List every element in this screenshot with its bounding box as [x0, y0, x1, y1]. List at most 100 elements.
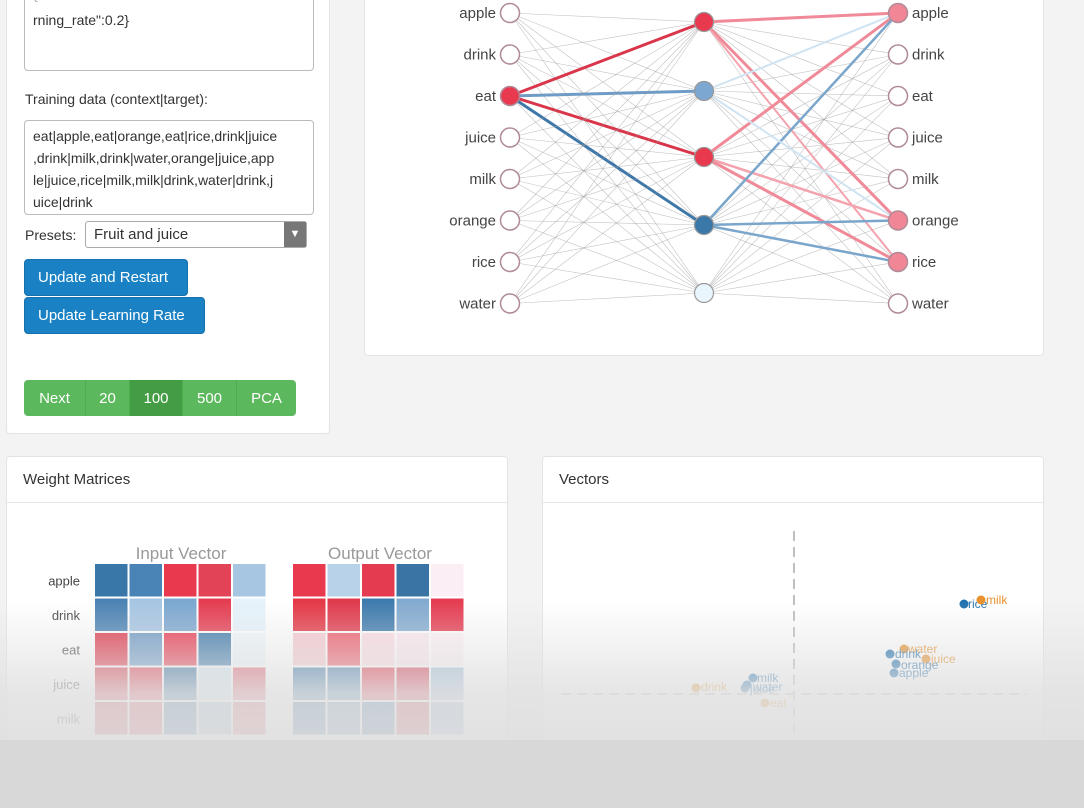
input-hidden-edge — [509, 94, 705, 159]
output-node-label: juice — [911, 130, 943, 147]
input-matrix-cell — [162, 562, 199, 599]
hidden-output-edge — [703, 90, 899, 263]
input-hidden-edge — [509, 12, 705, 294]
step-500-button[interactable]: 500 — [183, 380, 237, 416]
input-hidden-edge — [509, 261, 705, 294]
input-hidden-edge — [509, 21, 705, 55]
output-matrix-cell — [360, 596, 397, 633]
network-panel: apple drink eat juice milk orange rice water app… — [364, 0, 1044, 356]
input-matrix-cell — [127, 700, 164, 737]
output-matrix-cell — [429, 700, 466, 737]
input-matrix-cell — [93, 562, 130, 599]
input-node-label: milk — [469, 171, 496, 188]
input-matrix-cell — [231, 665, 268, 702]
input-matrix-cell — [196, 700, 233, 737]
presets-selected: Fruit and juice — [94, 226, 189, 243]
output-matrix-cell — [360, 665, 397, 702]
input-matrix-cell — [196, 665, 233, 702]
pca-button[interactable]: PCA — [237, 380, 296, 416]
weight-matrices-panel: Weight Matrices Input Vector Output Vecto… — [6, 456, 508, 756]
training-line: eat|apple,eat|orange,eat|rice,drink|juic… — [33, 128, 278, 144]
training-data-textarea[interactable]: eat|apple,eat|orange,eat|rice,drink|juic… — [24, 120, 314, 215]
input-node — [499, 44, 521, 65]
hidden-output-edge — [703, 21, 899, 55]
training-line: le|juice,rice|milk,milk|drink,water|drin… — [33, 172, 274, 188]
input-hidden-edge — [509, 12, 705, 23]
next-button[interactable]: Next — [24, 380, 86, 416]
input-node — [499, 293, 521, 314]
matrix-row-label: juice — [52, 677, 80, 692]
presets-select[interactable]: Fruit and juice ▼ — [85, 221, 307, 248]
output-node-label: water — [911, 296, 949, 313]
hidden-node — [693, 282, 715, 304]
input-matrix-cell — [93, 665, 130, 702]
vectors-scatter: drinkmilkjuicewatereatricemilkwaterdrink… — [561, 531, 1027, 757]
input-node-label: juice — [464, 130, 496, 147]
input-matrix-cell — [231, 700, 268, 737]
input-node-label: water — [458, 296, 496, 313]
update-learning-rate-button[interactable]: Update Learning Rate — [24, 297, 205, 334]
config-line-2: rning_rate":0.2} — [33, 12, 130, 28]
input-matrix-cell — [93, 631, 130, 668]
output-node — [887, 168, 909, 190]
input-matrix-cell — [162, 596, 199, 633]
hidden-output-edge — [703, 261, 899, 294]
input-matrix-cell — [196, 562, 233, 599]
output-node — [887, 293, 909, 314]
input-hidden-edge — [509, 156, 705, 263]
input-hidden-edge — [509, 178, 705, 226]
input-node — [499, 2, 521, 24]
input-hidden-edge — [509, 89, 705, 98]
output-node — [887, 2, 909, 24]
vector-point — [742, 680, 752, 690]
update-restart-button[interactable]: Update and Restart — [24, 259, 188, 296]
controls-panel: {... rning_rate":0.2} Training data (con… — [6, 0, 330, 434]
hidden-node — [693, 80, 715, 102]
vector-point — [691, 683, 701, 693]
output-matrix-cell — [291, 700, 328, 737]
hidden-output-edge-strong — [703, 219, 899, 227]
input-node — [499, 210, 521, 231]
output-matrix-cell — [291, 562, 328, 599]
vector-point — [976, 595, 986, 605]
input-node — [499, 168, 521, 190]
input-matrix-cell — [196, 631, 233, 668]
input-matrix-cell — [231, 631, 268, 668]
output-matrix-cell — [291, 596, 328, 633]
output-matrix-cell — [394, 665, 431, 702]
config-textarea[interactable]: {... rning_rate":0.2} — [24, 0, 314, 71]
training-line: ,drink|milk,drink|water,orange|juice,app — [33, 150, 275, 166]
input-node-label: rice — [472, 254, 496, 271]
input-node — [499, 251, 521, 273]
matrix-row-label: eat — [62, 642, 80, 657]
hidden-output-edge-strong — [703, 21, 899, 263]
input-matrix-cell — [127, 596, 164, 633]
hidden-output-edge-strong — [703, 12, 899, 226]
output-matrix-cell — [325, 665, 362, 702]
input-node-label: apple — [459, 5, 496, 22]
training-line: uice|drink — [33, 194, 93, 210]
matrix-row-label: apple — [48, 573, 80, 588]
input-matrix-cell — [127, 562, 164, 599]
hidden-node — [693, 11, 715, 33]
step-20-button[interactable]: 20 — [86, 380, 130, 416]
input-node-label: eat — [475, 88, 497, 105]
hidden-output-edge — [703, 292, 899, 304]
output-matrix-cell — [360, 562, 397, 599]
input-matrix-cell — [127, 631, 164, 668]
output-matrix-cell — [360, 700, 397, 737]
hidden-output-edge — [703, 90, 899, 97]
bottom-bar — [0, 740, 1084, 808]
matrix-row-label: drink — [52, 608, 81, 623]
vector-point — [760, 698, 770, 708]
hidden-node — [693, 146, 715, 168]
hidden-output-edge — [703, 224, 899, 304]
hidden-output-edge — [703, 21, 899, 304]
output-node-label: milk — [912, 171, 939, 188]
output-node — [887, 251, 909, 273]
input-matrix-cell — [93, 596, 130, 633]
step-100-button[interactable]: 100 — [130, 380, 183, 416]
output-matrix-cell — [394, 700, 431, 737]
vector-point-label: water — [752, 680, 782, 694]
network-graph: apple drink eat juice milk orange rice water app… — [449, 2, 959, 314]
